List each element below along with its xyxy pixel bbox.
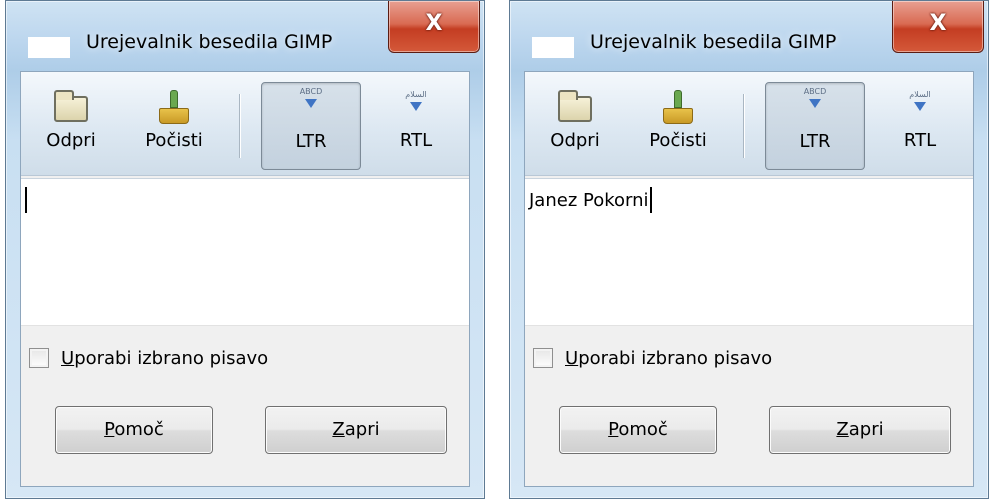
use-selected-font-checkbox[interactable] — [29, 348, 49, 368]
title-bar[interactable]: Urejevalnik besedila GIMP X — [510, 1, 988, 71]
folder-icon — [558, 90, 592, 122]
title-bar[interactable]: Urejevalnik besedila GIMP X — [6, 1, 484, 71]
ltr-toggle-button[interactable]: ABCD LTR — [261, 82, 361, 170]
text-caret — [25, 187, 27, 213]
use-selected-font-checkbox[interactable] — [533, 348, 553, 368]
text-caret — [649, 187, 652, 213]
broom-icon — [159, 90, 189, 126]
clear-label: Počisti — [649, 130, 707, 151]
text-editor-window-empty: Urejevalnik besedila GIMP X Odpri Počist… — [5, 0, 485, 499]
rtl-icon: السلام — [900, 90, 940, 120]
help-button[interactable]: Pomoč — [55, 406, 213, 454]
toolbar: Odpri Počisti ABCD LTR السلام RTL — [21, 72, 469, 176]
open-button[interactable]: Odpri — [539, 86, 611, 170]
open-label: Odpri — [550, 130, 600, 151]
window-close-button[interactable]: X — [892, 1, 984, 53]
ltr-icon: ABCD — [795, 87, 835, 117]
rtl-label: RTL — [399, 130, 433, 151]
clear-label: Počisti — [145, 130, 203, 151]
ltr-icon: ABCD — [291, 87, 331, 117]
use-selected-font-label: Uporabi izbrano pisavo — [565, 347, 773, 369]
app-icon — [532, 37, 574, 58]
screenshot-stage: Urejevalnik besedila GIMP X Odpri Počist… — [0, 0, 990, 499]
rtl-label: RTL — [903, 130, 937, 151]
folder-icon — [54, 90, 88, 122]
toolbar-separator — [239, 94, 240, 158]
ltr-label: LTR — [295, 131, 327, 152]
use-selected-font-option[interactable]: Uporabi izbrano pisavo — [29, 344, 268, 372]
text-area-content: Janez Pokorni — [529, 189, 649, 211]
use-selected-font-option[interactable]: Uporabi izbrano pisavo — [533, 344, 772, 372]
ltr-toggle-button[interactable]: ABCD LTR — [765, 82, 865, 170]
toolbar: Odpri Počisti ABCD LTR السلام RTL — [525, 72, 973, 176]
help-button[interactable]: Pomoč — [559, 406, 717, 454]
broom-icon — [663, 90, 693, 126]
dialog-client-area: Odpri Počisti ABCD LTR ال — [20, 71, 470, 487]
app-icon — [28, 37, 70, 58]
use-selected-font-label: Uporabi izbrano pisavo — [61, 347, 269, 369]
rtl-icon: السلام — [396, 90, 436, 120]
window-close-button[interactable]: X — [388, 1, 480, 53]
clear-button[interactable]: Počisti — [129, 86, 219, 170]
toolbar-separator — [743, 94, 744, 158]
clear-button[interactable]: Počisti — [633, 86, 723, 170]
text-area[interactable]: Janez Pokorni — [525, 178, 973, 326]
close-icon: X — [425, 11, 443, 36]
ltr-label: LTR — [799, 131, 831, 152]
rtl-toggle-button[interactable]: السلام RTL — [371, 86, 461, 170]
dialog-client-area: Odpri Počisti ABCD LTR ال — [524, 71, 974, 487]
window-title: Urejevalnik besedila GIMP — [86, 31, 333, 53]
text-editor-window-filled: Urejevalnik besedila GIMP X Odpri Počist… — [509, 0, 989, 499]
open-button[interactable]: Odpri — [35, 86, 107, 170]
rtl-toggle-button[interactable]: السلام RTL — [875, 86, 965, 170]
close-icon: X — [929, 11, 947, 36]
text-area[interactable] — [21, 178, 469, 326]
close-button[interactable]: Zapri — [265, 406, 447, 454]
open-label: Odpri — [46, 130, 96, 151]
close-button[interactable]: Zapri — [769, 406, 951, 454]
window-title: Urejevalnik besedila GIMP — [590, 31, 837, 53]
